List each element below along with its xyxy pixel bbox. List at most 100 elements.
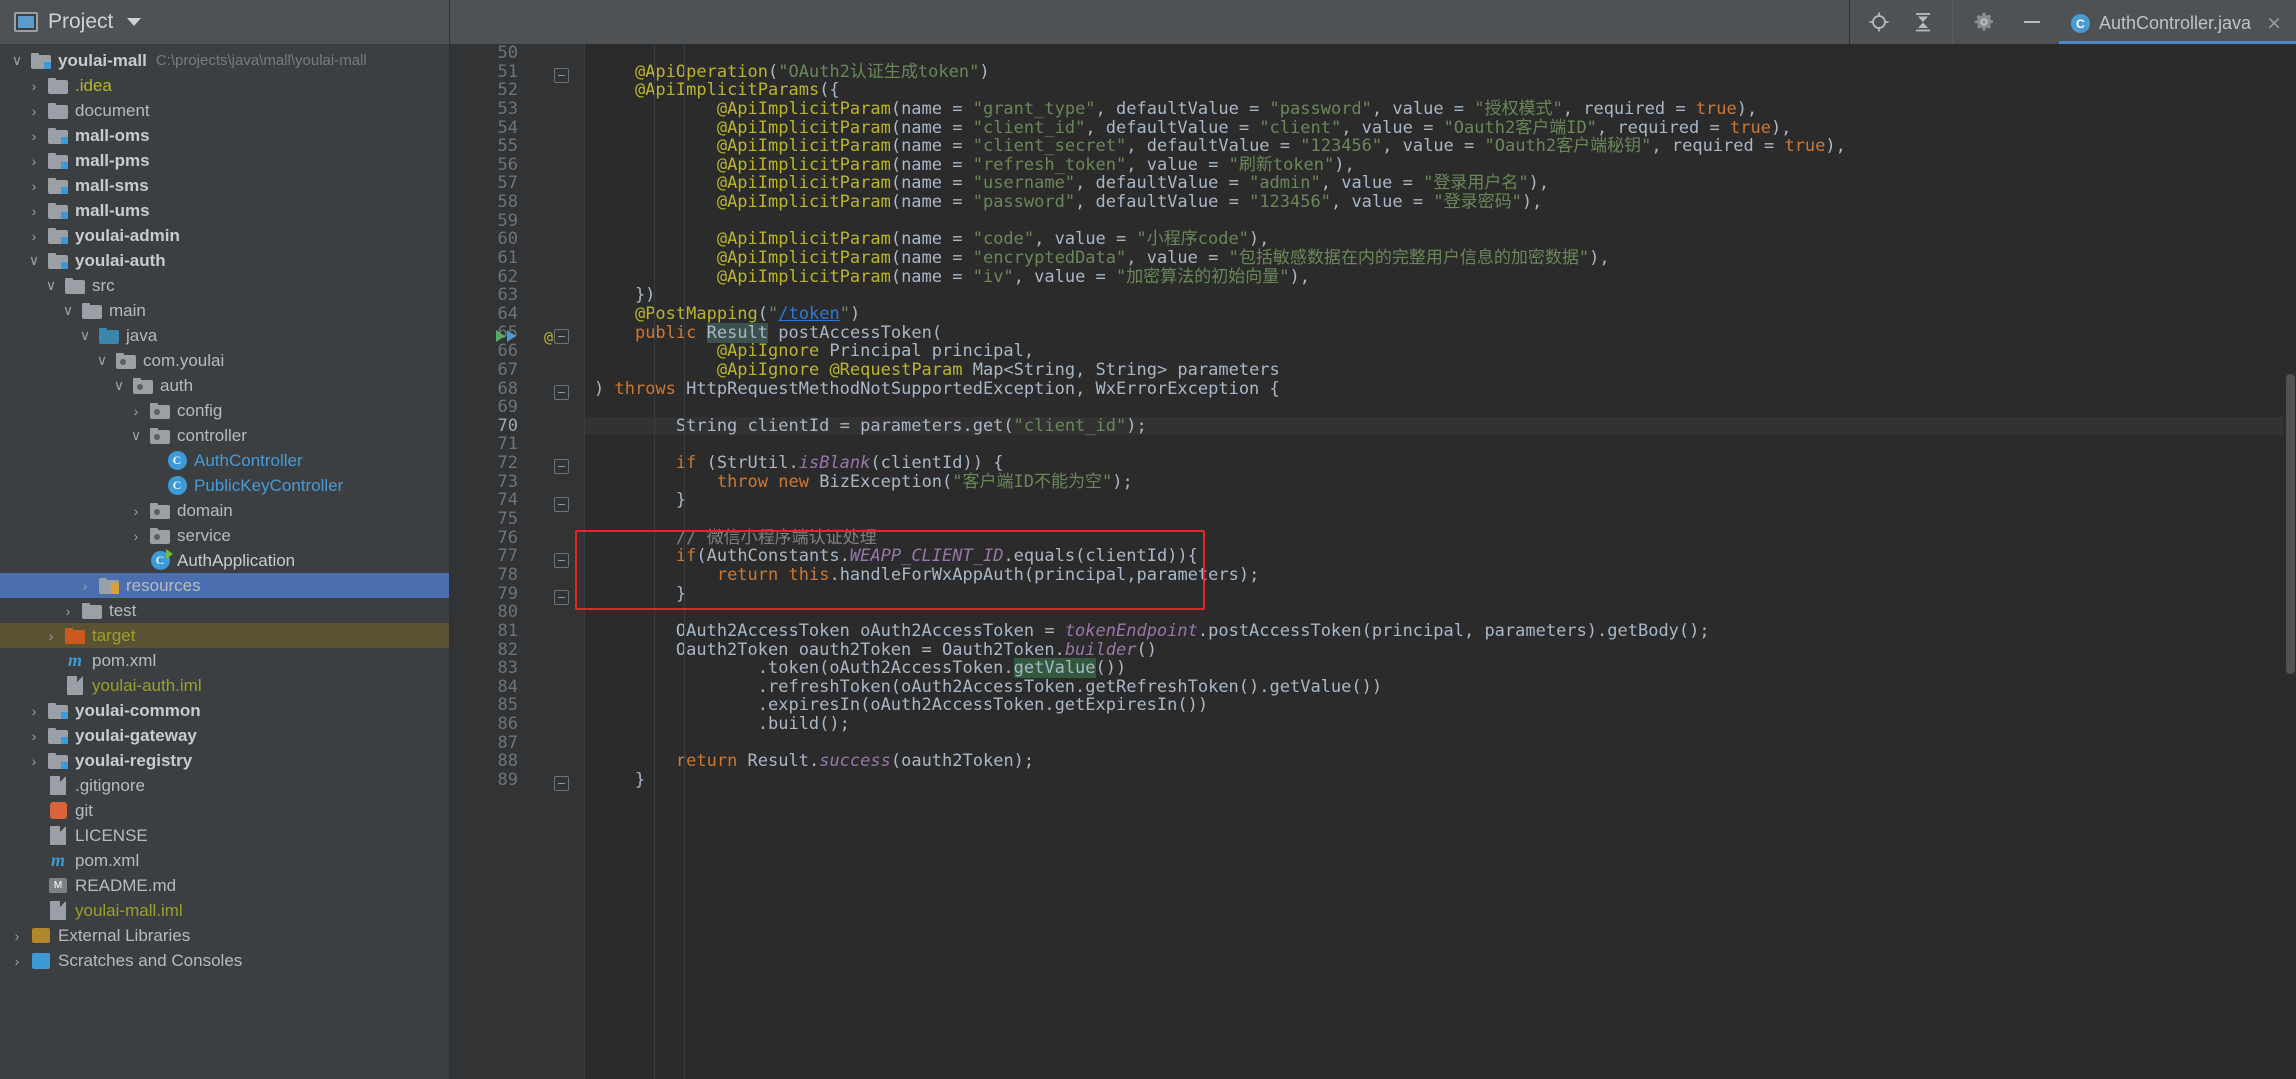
code-line-61[interactable]: @ApiImplicitParam(name = "encryptedData"… [584, 249, 2296, 268]
chevron-down-icon[interactable]: ∨ [6, 52, 28, 69]
tree-item-authapplication[interactable]: ›CAuthApplication [0, 548, 449, 573]
code-line-71[interactable] [584, 435, 2296, 454]
minimize-icon[interactable] [2021, 11, 2043, 33]
code-line-84[interactable]: .refreshToken(oAuth2AccessToken.getRefre… [584, 677, 2296, 697]
tree-item-main[interactable]: ∨ main [0, 298, 449, 323]
chevron-down-icon[interactable]: ∨ [108, 377, 130, 394]
chevron-right-icon[interactable]: › [23, 753, 45, 769]
chevron-right-icon[interactable]: › [40, 628, 62, 644]
code-line-68[interactable]: ) throws HttpRequestMethodNotSupportedEx… [584, 379, 2296, 399]
chevron-right-icon[interactable]: › [23, 78, 45, 94]
code-line-83[interactable]: .token(oAuth2AccessToken.getValue()) [584, 658, 2296, 679]
code-fold-icon[interactable]: − [554, 384, 569, 400]
code-line-73[interactable]: throw new BizException("客户端ID不能为空"); [584, 472, 2296, 492]
crosshair-icon[interactable] [1868, 11, 1890, 33]
tree-item-youlai-admin[interactable]: › youlai-admin [0, 223, 449, 248]
tree-item-youlai-auth-iml[interactable]: ›youlai-auth.iml [0, 673, 449, 698]
code-line-50[interactable] [584, 44, 2296, 63]
chevron-down-icon[interactable]: ∨ [23, 252, 45, 269]
code-content[interactable]: @ApiOperation("OAuth2认证生成token") @ApiImp… [584, 44, 2296, 1079]
tree-item-domain[interactable]: › domain [0, 498, 449, 523]
code-line-69[interactable] [584, 398, 2296, 417]
code-line-53[interactable]: @ApiImplicitParam(name = "grant_type", d… [584, 100, 2296, 119]
code-editor[interactable]: 50 51 52 53 54 55 56 57 58 59 60 61 62 63 64 65 66 67 68 69… [450, 44, 2296, 1079]
chevron-right-icon[interactable]: › [23, 703, 45, 719]
run-gutter-icon[interactable] [496, 329, 516, 342]
tree-item-com-youlai[interactable]: ∨ com.youlai [0, 348, 449, 373]
chevron-right-icon[interactable]: › [57, 603, 79, 619]
code-fold-icon[interactable]: − [554, 459, 569, 475]
code-fold-icon[interactable]: − [554, 328, 569, 344]
collapse-all-icon[interactable] [1912, 11, 1934, 33]
code-line-65[interactable]: public Result postAccessToken( [584, 322, 2296, 343]
tree-item-youlai-gateway[interactable]: › youlai-gateway [0, 723, 449, 748]
gear-icon[interactable] [1973, 11, 1995, 33]
tree-item-mall-ums[interactable]: › mall-ums [0, 198, 449, 223]
chevron-right-icon[interactable]: › [6, 928, 28, 944]
code-line-52[interactable]: @ApiImplicitParams({ [584, 81, 2296, 100]
code-line-55[interactable]: @ApiImplicitParam(name = "client_secret"… [584, 137, 2296, 156]
chevron-right-icon[interactable]: › [23, 203, 45, 219]
code-line-66[interactable]: @ApiIgnore Principal principal, [584, 342, 2296, 361]
tree-item-publickeycontroller[interactable]: ›CPublicKeyController [0, 473, 449, 498]
code-line-58[interactable]: @ApiImplicitParam(name = "password", def… [584, 193, 2296, 212]
code-line-60[interactable]: @ApiImplicitParam(name = "code", value =… [584, 230, 2296, 249]
code-line-75[interactable] [584, 510, 2296, 529]
tree-item-readme-md[interactable]: ›MREADME.md [0, 873, 449, 898]
project-tree-panel[interactable]: ∨ youlai-mall C:\projects\java\mall\youlai… [0, 44, 450, 1079]
tree-item-target[interactable]: › target [0, 623, 449, 648]
code-line-76[interactable]: // 微信小程序端认证处理 [584, 528, 2296, 548]
project-tool-window-tab[interactable]: Project [0, 0, 450, 44]
tree-item-youlai-common[interactable]: › youlai-common [0, 698, 449, 723]
code-line-77[interactable]: if(AuthConstants.WEAPP_CLIENT_ID.equals(… [584, 547, 2296, 566]
chevron-right-icon[interactable]: › [125, 503, 147, 519]
tree-item-youlai-auth[interactable]: ∨ youlai-auth [0, 248, 449, 273]
code-line-81[interactable]: OAuth2AccessToken oAuth2AccessToken = to… [584, 622, 2296, 641]
tree-item-controller[interactable]: ∨ controller [0, 423, 449, 448]
code-line-67[interactable]: @ApiIgnore @RequestParam Map<String, Str… [584, 361, 2296, 380]
tree-item-mall-sms[interactable]: › mall-sms [0, 173, 449, 198]
code-line-79[interactable]: } [584, 584, 2296, 604]
tree-item-mall-oms[interactable]: › mall-oms [0, 123, 449, 148]
code-line-87[interactable] [584, 734, 2296, 753]
code-fold-icon[interactable]: − [554, 552, 569, 568]
tree-item-java[interactable]: ∨ java [0, 323, 449, 348]
code-line-85[interactable]: .expiresIn(oAuth2AccessToken.getExpiresI… [584, 696, 2296, 715]
tree-item-external-libraries[interactable]: › External Libraries [0, 923, 449, 948]
code-line-54[interactable]: @ApiImplicitParam(name = "client_id", de… [584, 118, 2296, 138]
chevron-down-icon[interactable] [127, 18, 142, 26]
tree-item-test[interactable]: › test [0, 598, 449, 623]
chevron-right-icon[interactable]: › [125, 528, 147, 544]
chevron-down-icon[interactable]: ∨ [91, 352, 113, 369]
chevron-right-icon[interactable]: › [23, 178, 45, 194]
tree-item-pom-xml[interactable]: ›mpom.xml [0, 648, 449, 673]
code-line-74[interactable]: } [584, 491, 2296, 510]
tree-item-resources[interactable]: › resources [0, 573, 449, 598]
code-line-70[interactable]: String clientId = parameters.get("client… [584, 416, 2296, 436]
chevron-right-icon[interactable]: › [23, 128, 45, 144]
tree-item-git[interactable]: ›git [0, 798, 449, 823]
chevron-right-icon[interactable]: › [23, 153, 45, 169]
tree-item-pom-xml[interactable]: ›mpom.xml [0, 848, 449, 873]
code-line-89[interactable]: } [584, 771, 2296, 790]
chevron-right-icon[interactable]: › [23, 103, 45, 119]
code-line-72[interactable]: if (StrUtil.isBlank(clientId)) { [584, 454, 2296, 473]
code-fold-icon[interactable]: − [554, 67, 569, 83]
tree-item-license[interactable]: ›LICENSE [0, 823, 449, 848]
chevron-right-icon[interactable]: › [23, 728, 45, 744]
code-line-51[interactable]: @ApiOperation("OAuth2认证生成token") [584, 62, 2296, 82]
code-fold-icon[interactable]: − [554, 496, 569, 512]
tree-item-youlai-mall[interactable]: ∨ youlai-mall C:\projects\java\mall\youlai… [0, 48, 449, 73]
chevron-right-icon[interactable]: › [23, 228, 45, 244]
tree-item-document[interactable]: › document [0, 98, 449, 123]
chevron-down-icon[interactable]: ∨ [125, 427, 147, 444]
tree-item-config[interactable]: › config [0, 398, 449, 423]
tree-item-auth[interactable]: ∨ auth [0, 373, 449, 398]
code-fold-icon[interactable]: − [554, 589, 569, 605]
close-icon[interactable]: × [2266, 14, 2282, 33]
code-line-64[interactable]: @PostMapping("/token") [584, 305, 2296, 324]
code-line-88[interactable]: return Result.success(oauth2Token); [584, 752, 2296, 771]
tree-item-gitignore[interactable]: ›.gitignore [0, 773, 449, 798]
tree-item-service[interactable]: › service [0, 523, 449, 548]
tree-item-src[interactable]: ∨ src [0, 273, 449, 298]
